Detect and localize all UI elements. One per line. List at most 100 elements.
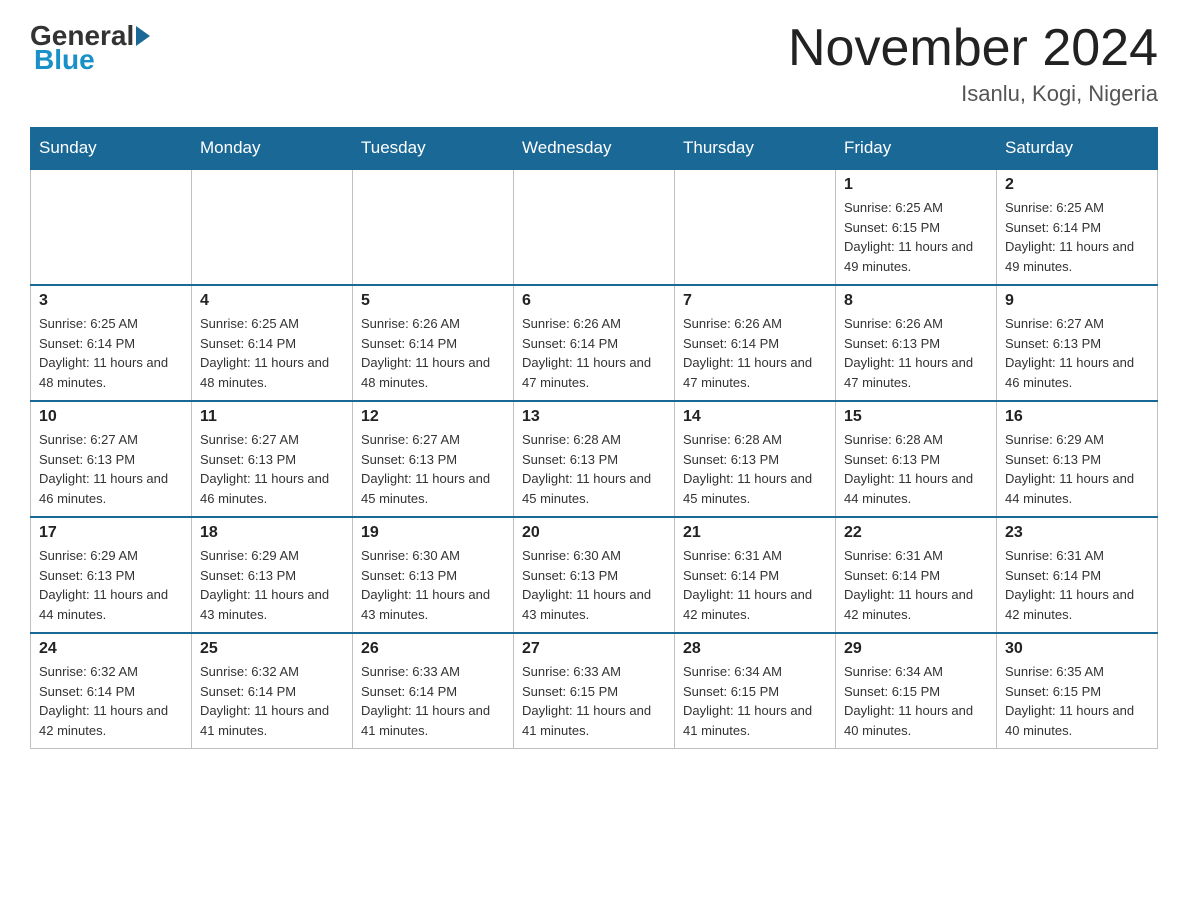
day-number: 27 [522, 640, 666, 658]
day-info: Sunrise: 6:30 AMSunset: 6:13 PMDaylight:… [522, 546, 666, 624]
day-info: Sunrise: 6:28 AMSunset: 6:13 PMDaylight:… [683, 430, 827, 508]
cell-week2-day5: 8 Sunrise: 6:26 AMSunset: 6:13 PMDaylight… [836, 285, 997, 401]
header-sunday: Sunday [31, 128, 192, 170]
cell-week3-day5: 15Sunrise: 6:28 AMSunset: 6:13 PMDayligh… [836, 401, 997, 517]
week-row-4: 17 Sunrise: 6:29 AMSunset: 6:13 PMDayligh… [31, 517, 1158, 633]
day-number: 21 [683, 524, 827, 542]
cell-week3-day3: 13 Sunrise: 6:28 AMSunset: 6:13 PMDayligh… [514, 401, 675, 517]
day-info: Sunrise: 6:25 AMSunset: 6:14 PMDaylight:… [39, 314, 183, 392]
cell-week1-day3 [514, 169, 675, 285]
day-info: Sunrise: 6:25 AMSunset: 6:14 PMDaylight:… [200, 314, 344, 392]
calendar-table: Sunday Monday Tuesday Wednesday Thursday… [30, 127, 1158, 749]
cell-week3-day6: 16Sunrise: 6:29 AMSunset: 6:13 PMDayligh… [997, 401, 1158, 517]
cell-week1-day6: 2 Sunrise: 6:25 AMSunset: 6:14 PMDaylight… [997, 169, 1158, 285]
cell-week2-day4: 7Sunrise: 6:26 AMSunset: 6:14 PMDaylight… [675, 285, 836, 401]
day-number: 7 [683, 292, 827, 310]
day-number: 3 [39, 292, 183, 310]
logo: General Blue [30, 20, 152, 76]
cell-week4-day5: 22Sunrise: 6:31 AMSunset: 6:14 PMDayligh… [836, 517, 997, 633]
cell-week1-day1 [192, 169, 353, 285]
header-saturday: Saturday [997, 128, 1158, 170]
day-number: 17 [39, 524, 183, 542]
header: General Blue November 2024 Isanlu, Kogi,… [30, 20, 1158, 107]
days-header-row: Sunday Monday Tuesday Wednesday Thursday… [31, 128, 1158, 170]
header-friday: Friday [836, 128, 997, 170]
day-info: Sunrise: 6:25 AMSunset: 6:14 PMDaylight:… [1005, 198, 1149, 276]
day-info: Sunrise: 6:32 AMSunset: 6:14 PMDaylight:… [39, 662, 183, 740]
logo-blue-text: Blue [34, 44, 95, 75]
day-info: Sunrise: 6:27 AMSunset: 6:13 PMDaylight:… [361, 430, 505, 508]
day-info: Sunrise: 6:27 AMSunset: 6:13 PMDaylight:… [39, 430, 183, 508]
day-info: Sunrise: 6:31 AMSunset: 6:14 PMDaylight:… [844, 546, 988, 624]
title-area: November 2024 Isanlu, Kogi, Nigeria [788, 20, 1158, 107]
day-number: 12 [361, 408, 505, 426]
day-info: Sunrise: 6:34 AMSunset: 6:15 PMDaylight:… [844, 662, 988, 740]
day-number: 25 [200, 640, 344, 658]
day-info: Sunrise: 6:28 AMSunset: 6:13 PMDaylight:… [844, 430, 988, 508]
day-number: 14 [683, 408, 827, 426]
cell-week4-day6: 23Sunrise: 6:31 AMSunset: 6:14 PMDayligh… [997, 517, 1158, 633]
day-info: Sunrise: 6:26 AMSunset: 6:14 PMDaylight:… [522, 314, 666, 392]
week-row-3: 10Sunrise: 6:27 AMSunset: 6:13 PMDayligh… [31, 401, 1158, 517]
day-number: 6 [522, 292, 666, 310]
day-info: Sunrise: 6:33 AMSunset: 6:15 PMDaylight:… [522, 662, 666, 740]
calendar-title: November 2024 [788, 20, 1158, 77]
cell-week5-day2: 26Sunrise: 6:33 AMSunset: 6:14 PMDayligh… [353, 633, 514, 749]
cell-week5-day5: 29 Sunrise: 6:34 AMSunset: 6:15 PMDayligh… [836, 633, 997, 749]
day-number: 30 [1005, 640, 1149, 658]
cell-week4-day1: 18 Sunrise: 6:29 AMSunset: 6:13 PMDayligh… [192, 517, 353, 633]
day-info: Sunrise: 6:28 AMSunset: 6:13 PMDaylight:… [522, 430, 666, 508]
day-info: Sunrise: 6:29 AMSunset: 6:13 PMDaylight:… [39, 546, 183, 624]
logo-arrow-icon [136, 26, 150, 46]
day-info: Sunrise: 6:33 AMSunset: 6:14 PMDaylight:… [361, 662, 505, 740]
day-number: 19 [361, 524, 505, 542]
cell-week4-day0: 17 Sunrise: 6:29 AMSunset: 6:13 PMDayligh… [31, 517, 192, 633]
day-info: Sunrise: 6:27 AMSunset: 6:13 PMDaylight:… [1005, 314, 1149, 392]
cell-week3-day0: 10Sunrise: 6:27 AMSunset: 6:13 PMDayligh… [31, 401, 192, 517]
day-number: 8 [844, 292, 988, 310]
day-info: Sunrise: 6:26 AMSunset: 6:13 PMDaylight:… [844, 314, 988, 392]
day-info: Sunrise: 6:26 AMSunset: 6:14 PMDaylight:… [361, 314, 505, 392]
header-thursday: Thursday [675, 128, 836, 170]
week-row-1: 1 Sunrise: 6:25 AMSunset: 6:15 PMDaylight… [31, 169, 1158, 285]
header-wednesday: Wednesday [514, 128, 675, 170]
cell-week2-day1: 4 Sunrise: 6:25 AMSunset: 6:14 PMDaylight… [192, 285, 353, 401]
day-number: 4 [200, 292, 344, 310]
cell-week5-day6: 30 Sunrise: 6:35 AMSunset: 6:15 PMDayligh… [997, 633, 1158, 749]
day-info: Sunrise: 6:30 AMSunset: 6:13 PMDaylight:… [361, 546, 505, 624]
day-number: 13 [522, 408, 666, 426]
cell-week5-day0: 24 Sunrise: 6:32 AMSunset: 6:14 PMDayligh… [31, 633, 192, 749]
day-number: 24 [39, 640, 183, 658]
cell-week3-day4: 14 Sunrise: 6:28 AMSunset: 6:13 PMDayligh… [675, 401, 836, 517]
day-number: 1 [844, 176, 988, 194]
day-info: Sunrise: 6:35 AMSunset: 6:15 PMDaylight:… [1005, 662, 1149, 740]
day-info: Sunrise: 6:25 AMSunset: 6:15 PMDaylight:… [844, 198, 988, 276]
calendar-subtitle: Isanlu, Kogi, Nigeria [788, 81, 1158, 107]
cell-week1-day4 [675, 169, 836, 285]
day-info: Sunrise: 6:31 AMSunset: 6:14 PMDaylight:… [683, 546, 827, 624]
cell-week4-day4: 21 Sunrise: 6:31 AMSunset: 6:14 PMDayligh… [675, 517, 836, 633]
week-row-5: 24 Sunrise: 6:32 AMSunset: 6:14 PMDayligh… [31, 633, 1158, 749]
header-tuesday: Tuesday [353, 128, 514, 170]
day-number: 23 [1005, 524, 1149, 542]
cell-week2-day0: 3 Sunrise: 6:25 AMSunset: 6:14 PMDaylight… [31, 285, 192, 401]
day-info: Sunrise: 6:29 AMSunset: 6:13 PMDaylight:… [200, 546, 344, 624]
header-monday: Monday [192, 128, 353, 170]
week-row-2: 3 Sunrise: 6:25 AMSunset: 6:14 PMDaylight… [31, 285, 1158, 401]
day-number: 29 [844, 640, 988, 658]
day-number: 2 [1005, 176, 1149, 194]
day-number: 28 [683, 640, 827, 658]
day-number: 11 [200, 408, 344, 426]
day-number: 9 [1005, 292, 1149, 310]
cell-week1-day0 [31, 169, 192, 285]
day-info: Sunrise: 6:29 AMSunset: 6:13 PMDaylight:… [1005, 430, 1149, 508]
cell-week4-day2: 19 Sunrise: 6:30 AMSunset: 6:13 PMDayligh… [353, 517, 514, 633]
cell-week5-day4: 28Sunrise: 6:34 AMSunset: 6:15 PMDayligh… [675, 633, 836, 749]
day-number: 18 [200, 524, 344, 542]
cell-week2-day3: 6 Sunrise: 6:26 AMSunset: 6:14 PMDaylight… [514, 285, 675, 401]
day-number: 5 [361, 292, 505, 310]
cell-week1-day2 [353, 169, 514, 285]
cell-week3-day1: 11Sunrise: 6:27 AMSunset: 6:13 PMDayligh… [192, 401, 353, 517]
cell-week5-day3: 27 Sunrise: 6:33 AMSunset: 6:15 PMDayligh… [514, 633, 675, 749]
cell-week2-day2: 5 Sunrise: 6:26 AMSunset: 6:14 PMDaylight… [353, 285, 514, 401]
